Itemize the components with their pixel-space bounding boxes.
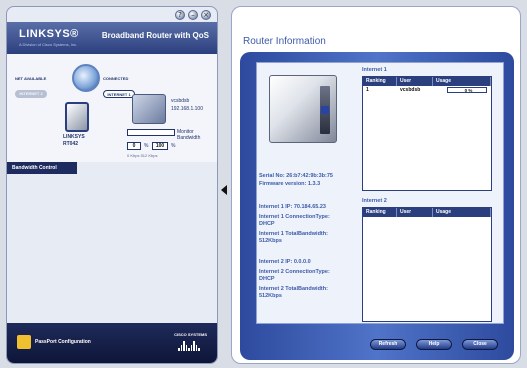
meter-max-value: 100	[152, 142, 168, 150]
cisco-label: CISCO SYSTEMS	[174, 332, 207, 337]
cisco-logo: CISCO SYSTEMS	[174, 332, 207, 351]
column-ranking: Ranking	[363, 208, 397, 217]
serial-number: Serial No: 26:b7:42:9b:3b:75	[259, 173, 333, 179]
action-buttons: Refresh Help Close	[370, 339, 498, 350]
cisco-bars-icon	[174, 339, 204, 351]
router-name: LINKSYS	[63, 134, 85, 140]
firmware-version: Firmware version: 1.3.3	[259, 181, 321, 187]
meter-pct-unit: %	[144, 143, 149, 149]
passport-icon[interactable]	[17, 335, 31, 349]
info-frame: Serial No: 26:b7:42:9b:3b:75 Firmware ve…	[240, 52, 514, 360]
brand-banner: LINKSYS® A Division of Cisco Systems, In…	[7, 22, 217, 54]
info-content: Serial No: 26:b7:42:9b:3b:75 Firmware ve…	[256, 62, 504, 324]
column-user: User	[397, 77, 433, 86]
internet2-conn-value: DHCP	[259, 276, 275, 282]
linksys-logo: LINKSYS®	[19, 28, 79, 40]
internet1-conn-type: Internet 1 ConnectionType:	[259, 214, 330, 220]
window-controls: ? – ×	[175, 10, 211, 20]
internet2-status: INTERNET 2	[15, 90, 47, 98]
row-user: vcsbdsb	[400, 87, 421, 93]
pc-ip: 192.168.1.100	[171, 106, 203, 112]
help-button[interactable]: Help	[416, 339, 452, 350]
net-available-label: NET AVAILABLE	[15, 76, 47, 81]
internet2-bandwidth: Internet 2 TotalBandwidth:	[259, 286, 328, 292]
internet1-header: Internet 1	[362, 67, 387, 73]
column-user: User	[397, 208, 433, 217]
minimize-window-button[interactable]: –	[188, 10, 198, 20]
router-image	[269, 75, 337, 143]
passport-config-link[interactable]: PassPort Configuration	[35, 339, 91, 345]
internet1-table: Ranking User Usage 1 vcsbdsb 0 %	[362, 76, 492, 191]
computer-icon[interactable]	[132, 94, 166, 124]
row-usage: 0 %	[447, 87, 487, 93]
page-title: Router Information	[243, 36, 326, 47]
internet1-bandwidth: Internet 1 TotalBandwidth:	[259, 231, 328, 237]
row-ranking: 1	[366, 87, 369, 93]
router-model: RT042	[63, 141, 79, 147]
internet2-table: Ranking User Usage	[362, 207, 492, 322]
network-diagram: NET AVAILABLE INTERNET 2 CONNECTED INTER…	[7, 54, 217, 162]
internet1-conn-value: DHCP	[259, 221, 275, 227]
refresh-button[interactable]: Refresh	[370, 339, 406, 350]
help-window-button[interactable]: ?	[175, 10, 185, 20]
globe-icon	[72, 64, 100, 92]
connected-label: CONNECTED	[103, 76, 129, 81]
table-header: Ranking User Usage	[363, 77, 491, 86]
internet2-conn-type: Internet 2 ConnectionType:	[259, 269, 330, 275]
meter-pct-value: 0	[127, 142, 141, 150]
meter-range: 0 Kbps 512 Kbps	[127, 153, 158, 158]
table-header: Ranking User Usage	[363, 208, 491, 217]
right-panel: Router Information Serial No: 26:b7:42:9…	[231, 6, 521, 364]
pc-name: vcsbdsb	[171, 98, 190, 104]
left-footer: PassPort Configuration CISCO SYSTEMS	[7, 323, 217, 363]
column-ranking: Ranking	[363, 77, 397, 86]
internet2-bandwidth-value: 512Kbps	[259, 293, 282, 299]
close-button[interactable]: Close	[462, 339, 498, 350]
meter-max-unit: %	[171, 143, 176, 149]
table-row[interactable]: 1 vcsbdsb 0 %	[363, 86, 491, 94]
product-title: Broadband Router with QoS	[101, 31, 209, 40]
internet1-bandwidth-value: 512Kbps	[259, 238, 282, 244]
row-usage-cell: 0 %	[433, 86, 491, 94]
internet2-ip: Internet 2 IP: 0.0.0.0	[259, 259, 311, 265]
internet1-ip: Internet 1 IP: 70.184.65.23	[259, 204, 326, 210]
meter-label-2: Bandwidth	[177, 135, 201, 141]
column-usage: Usage	[433, 208, 491, 217]
tab-bandwidth-control[interactable]: Bandwidth Control	[7, 162, 77, 174]
internet1-status: INTERNET 1	[103, 90, 135, 98]
column-usage: Usage	[433, 77, 491, 86]
close-window-button[interactable]: ×	[201, 10, 211, 20]
left-panel: ? – × LINKSYS® A Division of Cisco Syste…	[6, 6, 218, 364]
collapse-arrow-icon[interactable]	[221, 185, 227, 195]
logo-subtitle: A Division of Cisco Systems, Inc.	[19, 42, 78, 47]
bandwidth-meter	[127, 129, 175, 136]
internet2-header: Internet 2	[362, 198, 387, 204]
router-thumbnail-icon	[65, 102, 89, 132]
